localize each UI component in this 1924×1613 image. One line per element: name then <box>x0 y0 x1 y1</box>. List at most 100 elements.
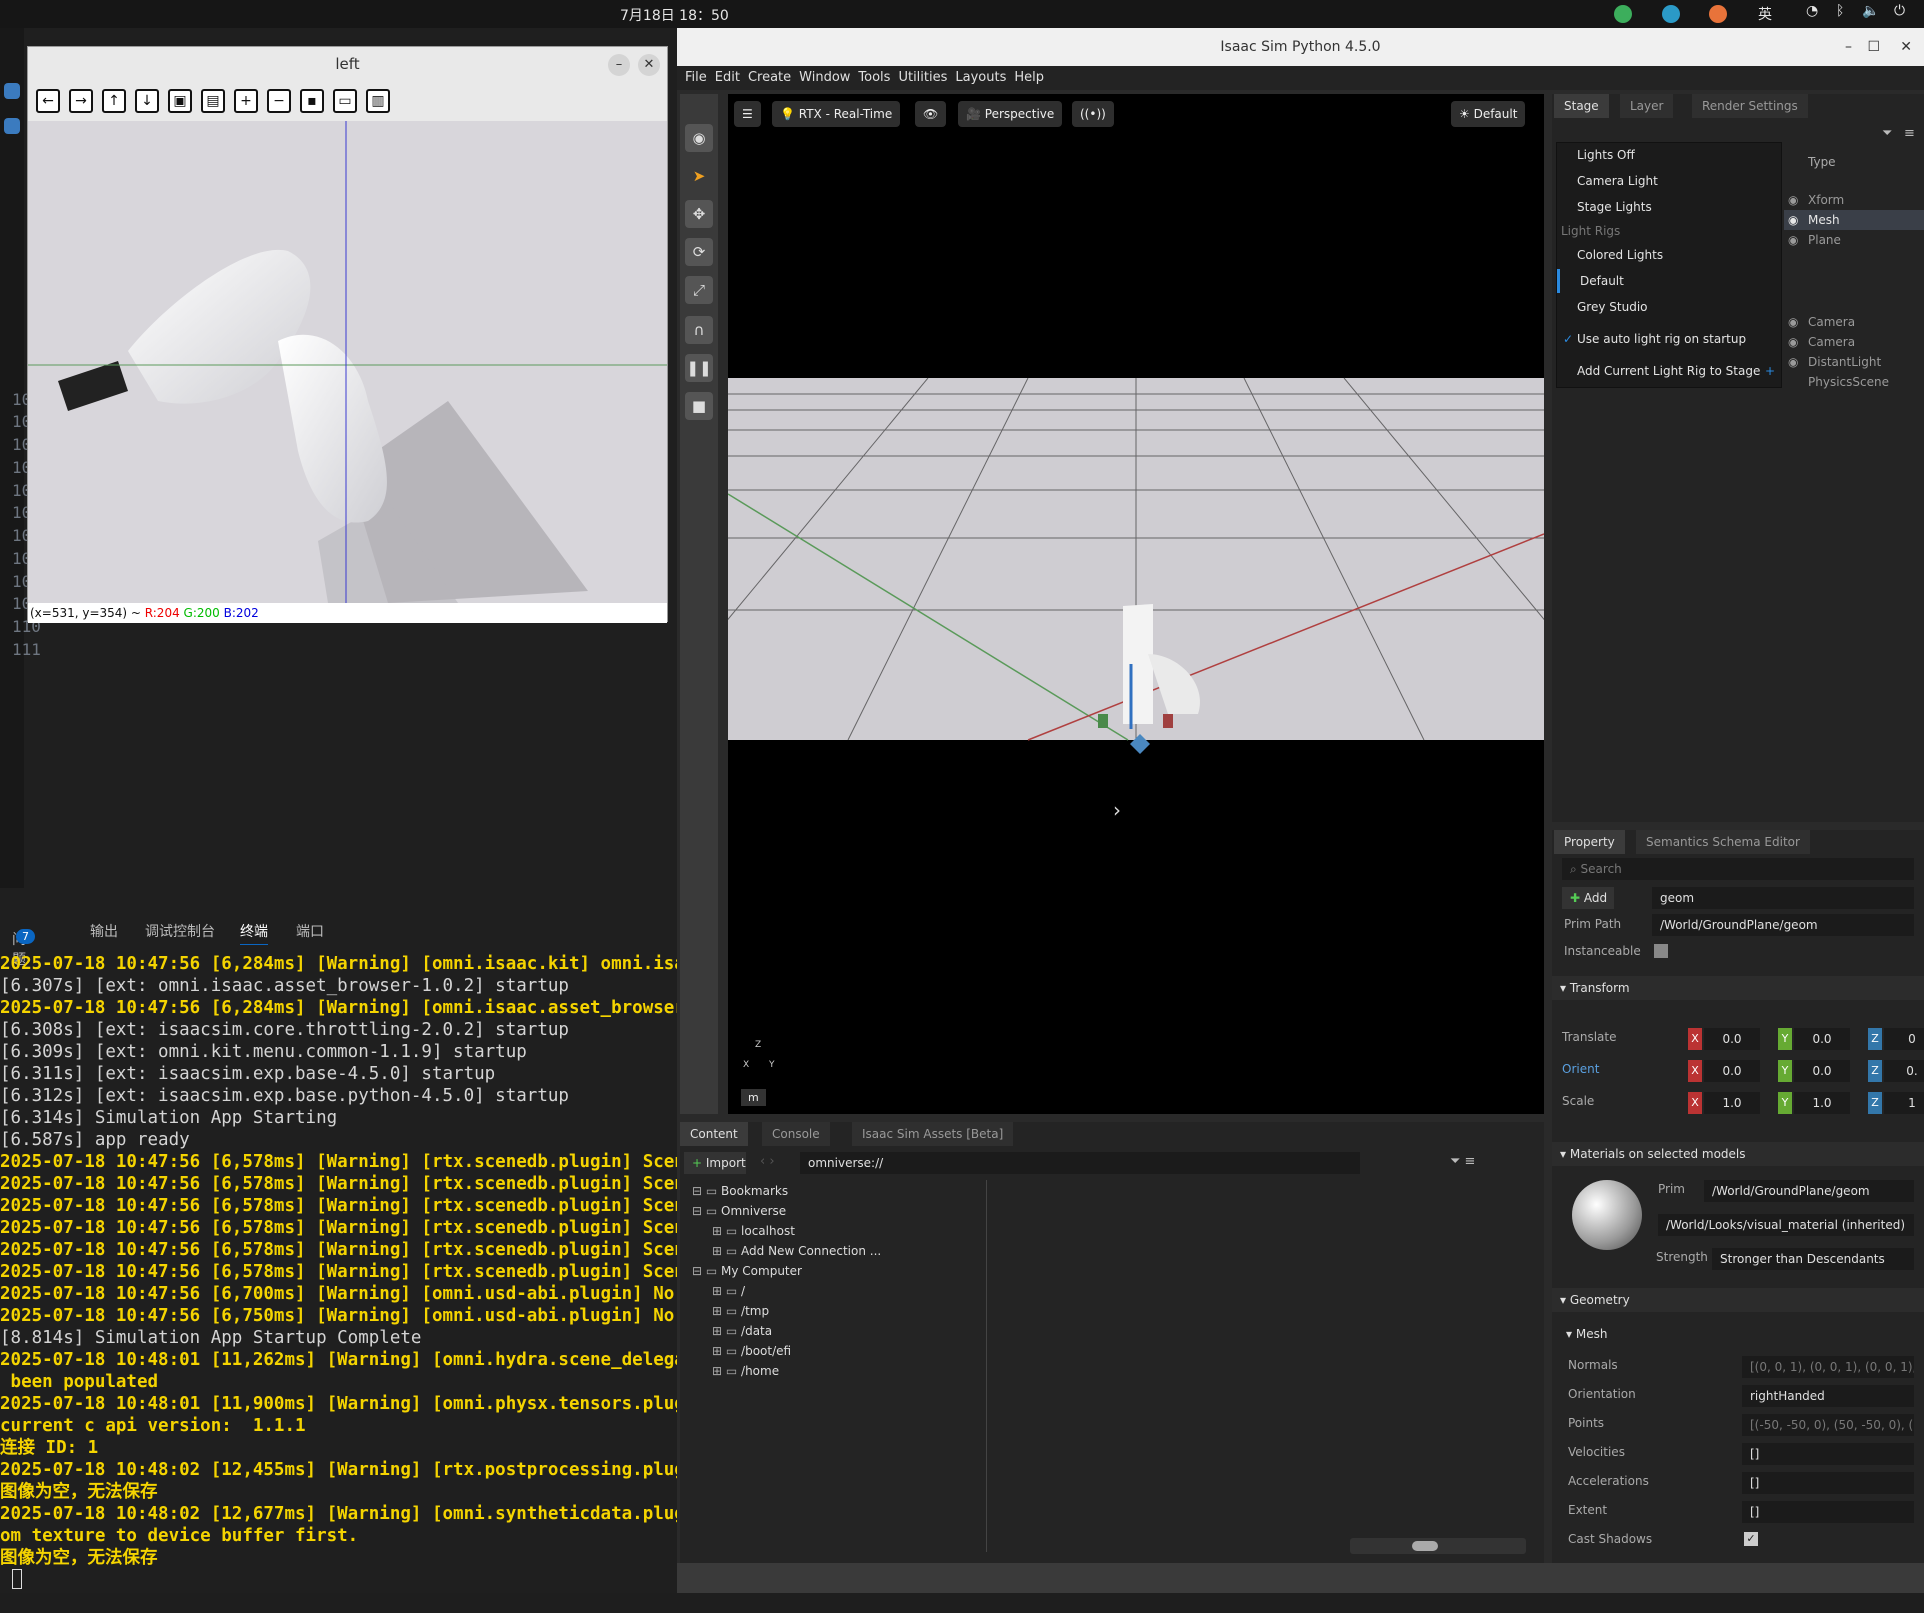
tab-semantics-schema-editor[interactable]: Semantics Schema Editor <box>1636 830 1810 854</box>
mesh-subsection[interactable]: ▾ Mesh <box>1552 1322 1924 1346</box>
system-clock[interactable]: 7月18日 18：50 <box>620 5 729 25</box>
volume-icon[interactable]: 🔈 <box>1862 3 1879 19</box>
transform-section[interactable]: ▾ Transform <box>1552 976 1924 1000</box>
stage-row[interactable]: ◉ Camera <box>1784 332 1924 352</box>
menu-item-stage-lights[interactable]: Stage Lights <box>1557 195 1781 219</box>
stage-row[interactable]: ◉ Xform <box>1784 190 1924 210</box>
menu-item-lights-off[interactable]: Lights Off <box>1557 143 1781 167</box>
filter-icon[interactable]: ⏷ <box>1882 126 1892 141</box>
bluetooth-icon[interactable]: ᛒ <box>1836 3 1844 19</box>
visibility-eye-icon[interactable]: ◉ <box>1788 210 1798 230</box>
tree-item[interactable]: ⊞ ▭ /tmp <box>712 1304 769 1318</box>
o-z-field[interactable]: 0. <box>1884 1060 1924 1082</box>
tab-debug-console[interactable]: 调试控制台 <box>145 921 215 941</box>
prim-path-field[interactable]: /World/GroundPlane/geom <box>1652 914 1914 936</box>
chevron-right-icon[interactable]: › <box>1113 798 1121 822</box>
terminal-output[interactable]: 2025-07-18 10:47:56 [6,284ms] [Warning] … <box>0 953 677 1613</box>
tab-isaac-sim-assets[interactable]: Isaac Sim Assets [Beta] <box>852 1122 1014 1146</box>
menu-utilities[interactable]: Utilities <box>898 70 947 85</box>
material-path-field[interactable]: /World/Looks/visual_material (inherited) <box>1658 1214 1914 1236</box>
stage-row[interactable]: ◉ Camera <box>1784 312 1924 332</box>
o-x-field[interactable]: 0.0 <box>1704 1060 1760 1082</box>
zoom-in-icon[interactable]: + <box>234 89 258 113</box>
snap-magnet-icon[interactable]: ∩ <box>685 316 713 344</box>
tab-output[interactable]: 输出 <box>90 921 118 941</box>
properties-icon[interactable]: ▥ <box>366 89 390 113</box>
viewport[interactable]: ☰ 💡 RTX - Real-Time 👁 🎥 Perspective ((•)… <box>728 94 1544 1114</box>
shield-tray-icon[interactable] <box>1614 5 1632 23</box>
menu-item-camera-light[interactable]: Camera Light <box>1557 169 1781 193</box>
menu-window[interactable]: Window <box>799 70 850 85</box>
copy-icon[interactable]: ▭ <box>333 89 357 113</box>
save-icon[interactable]: ▪ <box>300 89 324 113</box>
tree-item[interactable]: ⊞ ▭ /data <box>712 1324 772 1338</box>
visibility-eye-icon[interactable]: ◉ <box>1788 352 1798 372</box>
tree-item[interactable]: ⊞ ▭ localhost <box>712 1224 795 1238</box>
tab-content[interactable]: Content <box>680 1122 748 1146</box>
menu-layouts[interactable]: Layouts <box>955 70 1006 85</box>
tab-terminal[interactable]: 终端 <box>240 921 268 945</box>
input-method-indicator[interactable]: 英 <box>1758 4 1772 24</box>
velocities-field[interactable]: [] <box>1742 1443 1914 1465</box>
extent-field[interactable]: [] <box>1742 1501 1914 1523</box>
thumbnail-size-slider[interactable] <box>1350 1538 1526 1554</box>
orientation-dropdown[interactable]: rightHanded <box>1742 1385 1914 1407</box>
t-z-field[interactable]: 0 <box>1884 1028 1924 1050</box>
tree-item[interactable]: ⊞ ▭ /boot/efi <box>712 1344 791 1358</box>
tab-ports[interactable]: 端口 <box>296 921 324 941</box>
select-mode-icon[interactable]: ◉ <box>685 124 713 152</box>
stage-row[interactable]: ◉ Plane <box>1784 230 1924 250</box>
menu-edit[interactable]: Edit <box>715 70 740 85</box>
content-path-field[interactable]: omniverse:// <box>800 1152 1360 1174</box>
tree-item[interactable]: ⊟ ▭ Omniverse <box>692 1204 786 1218</box>
s-y-field[interactable]: 1.0 <box>1794 1092 1850 1114</box>
tree-item[interactable]: ⊞ ▭ / <box>712 1284 745 1298</box>
geometry-section[interactable]: ▾ Geometry <box>1552 1288 1924 1312</box>
sync-tray-icon[interactable] <box>1662 5 1680 23</box>
rotate-tool-icon[interactable]: ⟳ <box>685 238 713 266</box>
tree-item[interactable]: ⊟ ▭ My Computer <box>692 1264 802 1278</box>
tab-console[interactable]: Console <box>762 1122 830 1146</box>
pan-right-icon[interactable]: → <box>69 89 93 113</box>
tab-property[interactable]: Property <box>1554 830 1625 854</box>
pan-up-icon[interactable]: ↑ <box>102 89 126 113</box>
stop-icon[interactable]: ■ <box>685 392 713 420</box>
menu-item-grey-studio[interactable]: Grey Studio <box>1557 295 1781 319</box>
menu-file[interactable]: File <box>685 70 707 85</box>
wifi-icon[interactable]: ◔ <box>1806 3 1818 19</box>
zoom-fit-icon[interactable]: ▣ <box>168 89 192 113</box>
close-button[interactable]: ✕ <box>1900 28 1912 66</box>
o-y-field[interactable]: 0.0 <box>1794 1060 1850 1082</box>
pause-icon[interactable]: ❚❚ <box>685 354 713 382</box>
visibility-eye-icon[interactable]: ◉ <box>1788 312 1798 332</box>
tab-stage[interactable]: Stage <box>1554 94 1609 118</box>
menu-icon[interactable]: ≡ <box>1904 126 1915 141</box>
app-tray-icon[interactable] <box>1709 5 1727 23</box>
scale-tool-icon[interactable]: ⤢ <box>685 276 713 304</box>
property-search-input[interactable]: ⌕ Search <box>1562 858 1914 880</box>
move-tool-icon[interactable]: ✥ <box>685 200 713 228</box>
tree-item[interactable]: ⊟ ▭ Bookmarks <box>692 1184 788 1198</box>
tree-item[interactable]: ⊞ ▭ Add New Connection ... <box>712 1244 881 1258</box>
slider-handle[interactable] <box>1412 1541 1438 1551</box>
visibility-eye-icon[interactable]: ◉ <box>1788 230 1798 250</box>
s-z-field[interactable]: 1 <box>1884 1092 1924 1114</box>
t-y-field[interactable]: 0.0 <box>1794 1028 1850 1050</box>
minimize-button[interactable]: – <box>608 54 630 76</box>
python-icon[interactable] <box>4 118 20 134</box>
menu-help[interactable]: Help <box>1014 70 1044 85</box>
s-x-field[interactable]: 1.0 <box>1704 1092 1760 1114</box>
back-icon[interactable]: ‹ › <box>760 1154 775 1169</box>
python-icon[interactable] <box>4 83 20 99</box>
normals-field[interactable]: [(0, 0, 1), (0, 0, 1), (0, 0, 1), (0, <box>1742 1356 1914 1378</box>
visibility-eye-icon[interactable]: ◉ <box>1788 190 1798 210</box>
menu-item-default[interactable]: Default <box>1557 269 1781 293</box>
tab-layer[interactable]: Layer <box>1620 94 1674 118</box>
camera-image[interactable] <box>28 121 667 603</box>
maximize-button[interactable]: ☐ <box>1867 28 1880 66</box>
menu-tools[interactable]: Tools <box>858 70 890 85</box>
add-button[interactable]: ✚ Add <box>1562 887 1614 909</box>
prim-name-field[interactable]: geom <box>1652 887 1914 909</box>
orient-label[interactable]: Orient <box>1562 1062 1599 1076</box>
power-icon[interactable]: ⏻ <box>1894 3 1905 19</box>
